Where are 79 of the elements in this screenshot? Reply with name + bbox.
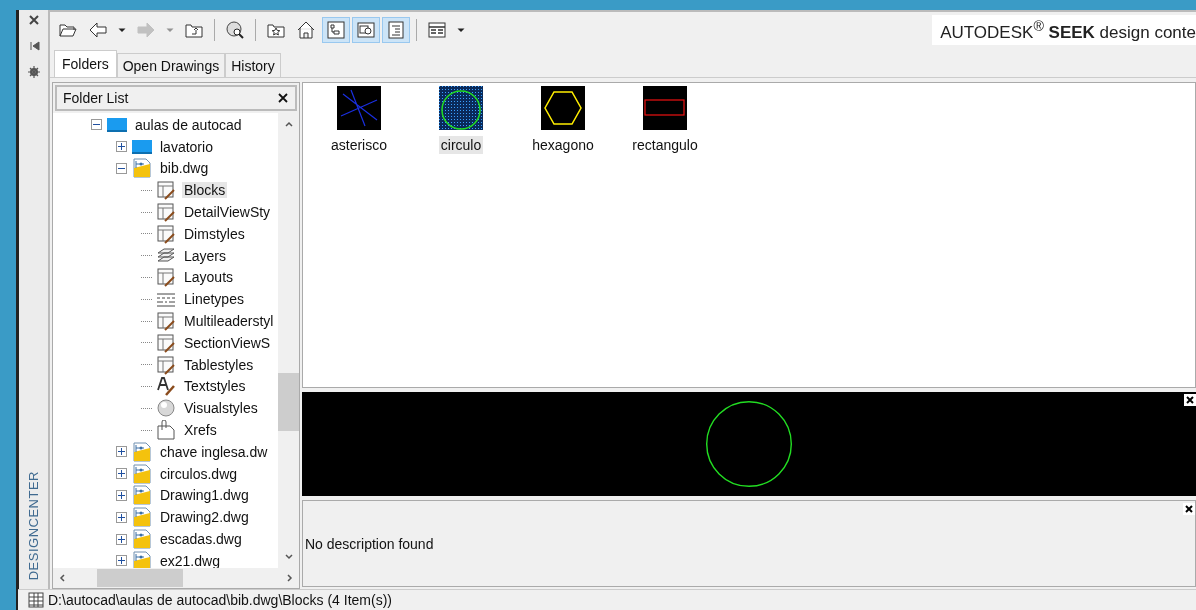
expand-toggle[interactable] [116, 468, 127, 480]
tree-item[interactable]: escadas.dwg [158, 531, 244, 548]
brand-logo-text: AUTODESK$^{®}$ SEEK design conte [932, 14, 1196, 46]
tree-item[interactable]: Blocks [182, 182, 228, 199]
document-clip-icon [156, 420, 176, 441]
tab[interactable]: Folders [54, 50, 117, 77]
scroll-left-icon[interactable] [57, 573, 67, 583]
panel-title: Folder List [63, 90, 129, 106]
tree-item[interactable]: Linetypes [182, 291, 246, 308]
toolbar-preview-icon[interactable] [352, 17, 380, 43]
expand-toggle[interactable] [116, 141, 127, 153]
expand-toggle[interactable] [116, 446, 127, 458]
collapse-toggle[interactable] [116, 163, 127, 174]
vertical-scrollbar[interactable] [278, 113, 299, 568]
block-name[interactable]: asterisco [329, 136, 389, 154]
block-name[interactable]: hexagono [530, 136, 596, 154]
collapse-toggle[interactable] [91, 119, 102, 131]
expand-toggle[interactable] [116, 489, 127, 501]
tree-item[interactable]: Multileaderstyl [182, 313, 276, 330]
tree-item[interactable]: lavatorio [158, 138, 215, 155]
tree-item[interactable]: Layouts [182, 269, 236, 286]
auto-hide-icon[interactable] [27, 40, 40, 52]
tree-item[interactable]: chave inglesa.dw [158, 443, 270, 460]
tree-item[interactable]: ex21.dwg [158, 552, 222, 568]
scroll-down-icon[interactable] [283, 552, 294, 562]
style-icon [156, 223, 176, 244]
tree-item[interactable]: Dimstyles [182, 225, 247, 242]
style-icon [156, 267, 176, 288]
hexagon-thumbnail [541, 86, 585, 130]
block-name[interactable]: circulo [438, 136, 484, 154]
drawing-file-icon [132, 507, 152, 528]
style-icon [156, 332, 176, 353]
drawing-file-icon [132, 158, 152, 179]
style-icon [156, 311, 176, 332]
style-icon [156, 180, 176, 201]
asterisk-thumbnail [337, 86, 381, 130]
status-path: D:\autocad\aulas de autocad\bib.dwg\Blocks (4 Item(s)) [48, 592, 392, 608]
style-icon [156, 354, 176, 375]
close-icon[interactable] [27, 14, 40, 26]
expand-toggle[interactable] [116, 533, 127, 545]
close-icon[interactable] [277, 92, 289, 104]
grid-icon[interactable] [28, 592, 44, 608]
scroll-thumb[interactable] [97, 569, 183, 587]
drawing-file-icon [132, 463, 152, 484]
drawing-file-icon [132, 485, 152, 506]
expand-toggle[interactable] [116, 555, 127, 567]
circle-thumbnail [439, 86, 483, 130]
settings-icon[interactable] [27, 66, 40, 78]
close-icon[interactable] [1184, 394, 1196, 406]
tree-item[interactable]: Textstyles [182, 378, 248, 395]
toolbar-tree-icon[interactable] [322, 17, 350, 43]
sphere-icon [156, 398, 176, 419]
style-icon [156, 202, 176, 223]
scroll-thumb[interactable] [278, 373, 299, 431]
close-icon[interactable] [1183, 503, 1195, 515]
tree-item[interactable]: aulas de autocad [133, 116, 244, 133]
tree-item[interactable]: circulos.dwg [158, 465, 240, 482]
tab[interactable]: History [225, 53, 281, 77]
tab[interactable]: Open Drawings [116, 53, 226, 77]
tree-item[interactable]: Visualstyles [182, 400, 260, 417]
scroll-right-icon[interactable] [285, 573, 295, 583]
tree-item[interactable]: SectionViewS [182, 334, 273, 351]
description-text: No description found [305, 535, 434, 552]
tree-item[interactable]: DetailViewSty [182, 204, 273, 221]
block-name[interactable]: rectangulo [630, 136, 700, 154]
tree-item[interactable]: bib.dwg [158, 160, 211, 177]
drawing-file-icon [132, 441, 152, 462]
rectangle-thumbnail [643, 86, 687, 130]
text-brush-icon [156, 376, 176, 397]
tree-item[interactable]: Tablestyles [182, 356, 256, 373]
scroll-up-icon[interactable] [283, 119, 294, 129]
expand-toggle[interactable] [116, 511, 127, 523]
toolbar-description-icon[interactable] [382, 17, 410, 43]
tree-item[interactable]: Layers [182, 247, 229, 264]
drawing-file-icon [132, 529, 152, 550]
tree-item[interactable]: Drawing1.dwg [158, 487, 251, 504]
tree-item[interactable]: Drawing2.dwg [158, 509, 251, 526]
tree-item[interactable]: Xrefs [182, 422, 219, 439]
palette-title: DESIGNCENTER [26, 470, 41, 580]
